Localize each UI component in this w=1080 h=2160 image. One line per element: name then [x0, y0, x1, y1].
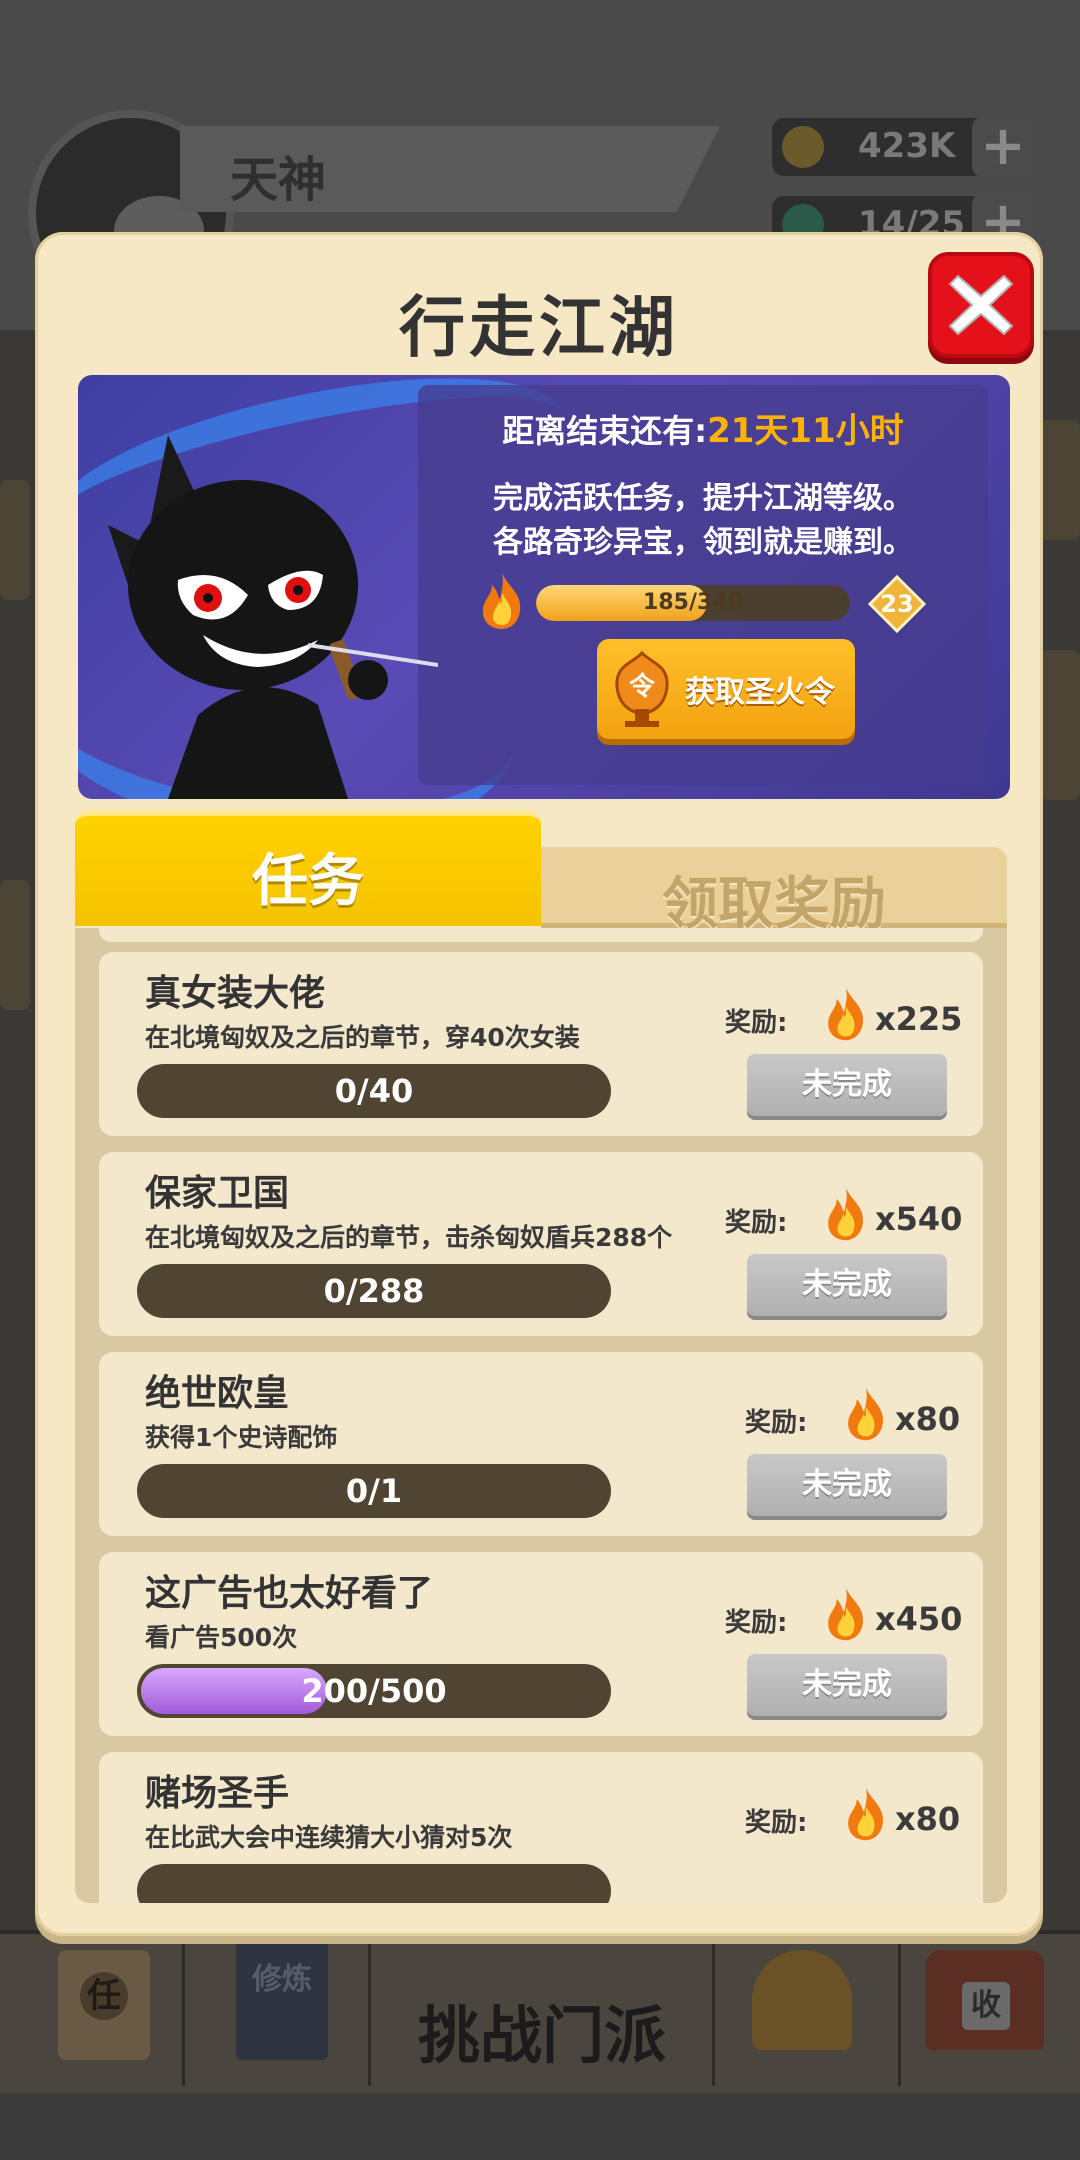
task-title: 保家卫国 [145, 1173, 290, 1214]
flame-icon [828, 1587, 863, 1641]
task-title: 绝世欧皇 [145, 1373, 290, 1414]
task-progress-bar: 200/500 [137, 1664, 611, 1718]
coin-amount: 423K [858, 126, 956, 166]
event-banner: 距离结束还有:21天11小时 完成活跃任务，提升江湖等级。 各路奇珍异宝，领到就… [78, 375, 1010, 799]
tasks-icon-text: 任 [80, 1972, 128, 2020]
reward-label: 奖励: [725, 1208, 788, 1238]
countdown: 距离结束还有:21天11小时 [418, 403, 988, 452]
task-title: 这广告也太好看了 [145, 1573, 434, 1614]
collect-house-icon: 收 [926, 1950, 1044, 2050]
ninja-character-icon [108, 435, 438, 799]
task-progress-bar [137, 1864, 611, 1903]
task-list[interactable]: 真女装大佬 在北境匈奴及之后的章节，穿40次女装 0/40 奖励: x225 未… [75, 928, 1007, 1903]
task-title: 真女装大佬 [145, 973, 326, 1014]
task-card: 绝世欧皇 获得1个史诗配饰 0/1 奖励: x80 未完成 [99, 1352, 983, 1536]
task-card: 赌场圣手 在比武大会中连续猜大小猜对5次 奖励: x80 [99, 1752, 983, 1903]
task-status-label: 未完成 [802, 1467, 892, 1502]
token-badge-text: 令 [629, 671, 656, 702]
flame-icon [482, 573, 521, 629]
task-status-label: 未完成 [802, 1267, 892, 1302]
reward-label: 奖励: [725, 1008, 788, 1038]
collect-icon-text: 收 [962, 1982, 1010, 2030]
reward-label: 奖励: [745, 1408, 808, 1438]
task-title: 赌场圣手 [145, 1773, 290, 1814]
helmet-icon [752, 1950, 852, 2050]
event-description-line1: 完成活跃任务，提升江湖等级。 [493, 481, 913, 516]
side-button-left-2[interactable] [0, 880, 30, 1010]
close-icon [948, 274, 1014, 336]
task-progress-bar: 0/288 [137, 1264, 611, 1318]
flame-icon [848, 1787, 883, 1841]
level-progress-text: 185/340 [643, 590, 743, 615]
level-number: 23 [880, 590, 914, 618]
tab-claim-rewards[interactable]: 领取奖励 [541, 847, 1007, 937]
reward-amount: x80 [895, 1400, 961, 1438]
level-progress-bar: 185/340 [536, 585, 850, 621]
task-description: 在北境匈奴及之后的章节，击杀匈奴盾兵288个 [145, 1223, 673, 1252]
reward-amount: x80 [895, 1800, 961, 1838]
jianghu-modal: 行走江湖 距离结束还有:21天11小时 完成活跃任务，提升江湖等级。 各路奇珍异… [35, 232, 1043, 1936]
modal-title: 行走江湖 [399, 289, 679, 366]
countdown-label: 距离结束还有: [502, 412, 708, 450]
reward-label: 奖励: [725, 1608, 788, 1638]
challenge-sect-label: 挑战门派 [418, 1999, 667, 2072]
reward-amount: x450 [875, 1600, 963, 1638]
coin-icon [782, 126, 824, 168]
get-token-label: 获取圣火令 [685, 675, 835, 710]
task-status-button[interactable]: 未完成 [747, 1454, 947, 1516]
task-status-button[interactable]: 未完成 [747, 1654, 947, 1716]
task-progress-text: 0/288 [323, 1272, 425, 1310]
side-button-right-1[interactable] [1040, 420, 1080, 540]
task-progress-text: 0/1 [345, 1472, 403, 1510]
countdown-value: 21天11小时 [707, 411, 904, 451]
close-button[interactable] [928, 252, 1034, 358]
flame-icon [848, 1387, 883, 1441]
get-holy-fire-token-button[interactable]: 令 获取圣火令 [597, 639, 855, 739]
task-description: 在北境匈奴及之后的章节，穿40次女装 [145, 1023, 580, 1052]
side-button-left-1[interactable] [0, 480, 30, 600]
flame-icon [828, 1187, 863, 1241]
task-description: 看广告500次 [145, 1623, 298, 1652]
task-description: 获得1个史诗配饰 [145, 1423, 338, 1452]
token-badge-icon: 令 [615, 651, 669, 727]
flame-icon [828, 987, 863, 1041]
player-name: 天神 [230, 152, 327, 208]
task-progress-bar: 0/40 [137, 1064, 611, 1118]
tasks-scroll-icon: 任 [58, 1950, 150, 2060]
task-status-button[interactable]: 未完成 [747, 1254, 947, 1316]
reward-amount: x540 [875, 1200, 963, 1238]
task-progress-text [137, 1864, 611, 1903]
task-progress-bar: 0/1 [137, 1464, 611, 1518]
task-progress-text: 200/500 [301, 1672, 447, 1710]
tab-tasks-label: 任务 [252, 849, 364, 914]
side-button-right-2[interactable] [1040, 650, 1080, 800]
previous-task-card-edge [99, 928, 983, 942]
task-status-label: 未完成 [802, 1067, 892, 1102]
tab-tasks[interactable]: 任务 [75, 810, 541, 926]
task-description: 在比武大会中连续猜大小猜对5次 [145, 1823, 513, 1852]
task-card: 真女装大佬 在北境匈奴及之后的章节，穿40次女装 0/40 奖励: x225 未… [99, 952, 983, 1136]
reward-label: 奖励: [745, 1808, 808, 1838]
event-description-line2: 各路奇珍异宝，领到就是赚到。 [493, 525, 913, 560]
task-card: 这广告也太好看了 看广告500次 200/500 奖励: x450 未完成 [99, 1552, 983, 1736]
task-status-button[interactable]: 未完成 [747, 1054, 947, 1116]
task-progress-text: 0/40 [334, 1072, 414, 1110]
add-coins-button[interactable]: + [972, 116, 1034, 178]
cultivate-book-icon: 修炼 [236, 1940, 328, 2060]
task-card: 保家卫国 在北境匈奴及之后的章节，击杀匈奴盾兵288个 0/288 奖励: x5… [99, 1152, 983, 1336]
task-status-label: 未完成 [802, 1667, 892, 1702]
reward-amount: x225 [875, 1000, 963, 1038]
